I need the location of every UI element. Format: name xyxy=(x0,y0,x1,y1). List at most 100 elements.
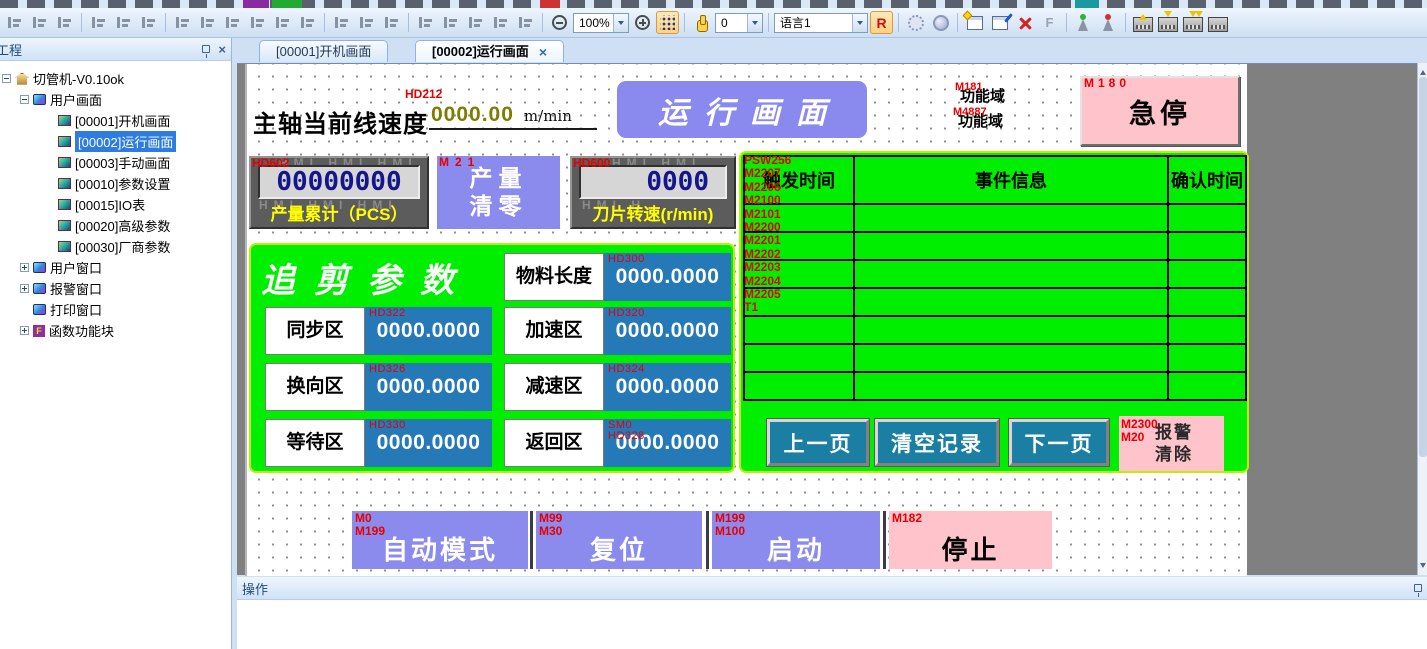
next-page-button[interactable]: 下一页 xyxy=(1009,419,1109,466)
mirror-vertical-icon[interactable] xyxy=(514,11,537,34)
touch-cursor-button[interactable] xyxy=(690,11,713,34)
download-all-button[interactable] xyxy=(1181,11,1204,34)
pin-icon[interactable] xyxy=(202,45,210,53)
chevron-down-icon[interactable] xyxy=(852,14,867,32)
expand-icon[interactable] xyxy=(20,326,29,335)
align-right-icon[interactable] xyxy=(53,11,76,34)
language-select[interactable]: 语言1 xyxy=(774,13,868,33)
param-value-accel-zone[interactable]: HD320 0000.0000 xyxy=(604,307,731,355)
table-cell xyxy=(853,371,1167,399)
close-icon[interactable]: × xyxy=(218,43,226,56)
new-screen-button[interactable] xyxy=(963,11,986,34)
blade-speed-display[interactable]: HD600 HMI HMI HMI HMI 0000 刀片转速(r/min) xyxy=(570,156,736,229)
scroll-down-icon[interactable] xyxy=(1420,563,1426,571)
device-info-button[interactable] xyxy=(1206,11,1229,34)
hmi-canvas[interactable]: 主轴当前线速度 HD212 0000.00 m/min 运行画面 M181 功能… xyxy=(245,64,1247,576)
mirror-horizontal-icon[interactable] xyxy=(489,11,512,34)
param-value-material-length[interactable]: HD300 0000.0000 xyxy=(604,253,731,301)
function-field-widget[interactable]: M181 功能域 xyxy=(960,85,1005,106)
tree-group-user-screens[interactable]: 用户画面 xyxy=(0,89,231,110)
collapse-icon[interactable] xyxy=(20,95,29,104)
emergency-stop-button[interactable]: M180 急停 xyxy=(1080,76,1240,146)
event-table-panel[interactable]: 触发时间 事件信息 确认时间 PSW256 M2207 M2206 M2100 … xyxy=(739,151,1249,473)
same-size-icon[interactable] xyxy=(221,11,244,34)
stop-button[interactable]: M182 停止 xyxy=(889,511,1052,569)
tab-screen-00002[interactable]: [00002]运行画面 × xyxy=(415,40,564,62)
tree-item-screen-00001[interactable]: [00001]开机画面 xyxy=(0,110,231,131)
auto-mode-button[interactable]: M0 M199 自动模式 xyxy=(352,511,528,569)
align-left-icon[interactable] xyxy=(3,11,26,34)
same-width-icon[interactable] xyxy=(171,11,194,34)
chase-cut-params-panel[interactable]: 追剪参数 物料长度 HD300 0000.0000 同步区 HD322 0000… xyxy=(249,243,735,473)
tree-group-print-windows[interactable]: 打印窗口 xyxy=(0,299,231,320)
grid-toggle-button[interactable] xyxy=(656,11,679,34)
tree-root[interactable]: 切管机-V0.10ok xyxy=(0,68,231,89)
tab-close-icon[interactable]: × xyxy=(539,45,547,59)
same-height-icon[interactable] xyxy=(196,11,219,34)
production-clear-button[interactable]: M21 产量 清零 xyxy=(437,156,560,229)
chevron-down-icon[interactable] xyxy=(613,14,628,32)
align-top-icon[interactable] xyxy=(87,11,110,34)
tree-item-screen-00015[interactable]: [00015]IO表 xyxy=(0,194,231,215)
zoom-in-button[interactable] xyxy=(631,11,654,34)
tab-screen-00001[interactable]: [00001]开机画面 xyxy=(259,40,388,62)
tree-group-function-blocks[interactable]: F 函数功能块 xyxy=(0,320,231,341)
start-button[interactable]: M199 M100 启动 xyxy=(712,511,880,569)
param-value-reverse-zone[interactable]: HD326 0000.0000 xyxy=(365,363,492,411)
vertical-scrollbar[interactable] xyxy=(1417,63,1427,575)
pin-icon[interactable] xyxy=(1414,584,1422,592)
param-value-wait-zone[interactable]: HD330 0000.0000 xyxy=(365,419,492,467)
screen-title-widget[interactable]: 运行画面 xyxy=(617,81,867,138)
tree-item-screen-00030[interactable]: [00030]厂商参数 xyxy=(0,236,231,257)
scrollbar-thumb[interactable] xyxy=(1419,77,1427,457)
tree-item-screen-00003[interactable]: [00003]手动画面 xyxy=(0,152,231,173)
function-field-widget[interactable]: M4887 功能域 xyxy=(958,110,1003,131)
delete-screen-button[interactable] xyxy=(1013,11,1036,34)
offline-simulate-button[interactable] xyxy=(1097,11,1120,34)
clear-records-button[interactable]: 清空记录 xyxy=(875,419,999,466)
stretch-height-icon[interactable] xyxy=(355,11,378,34)
distribute-horizontal-icon[interactable] xyxy=(246,11,269,34)
edit-screen-button[interactable] xyxy=(988,11,1011,34)
zoom-out-button[interactable] xyxy=(548,11,571,34)
chevron-down-icon[interactable] xyxy=(747,14,762,32)
collapse-icon[interactable] xyxy=(2,74,11,83)
prev-page-button[interactable]: 上一页 xyxy=(767,419,869,466)
align-middle-icon[interactable] xyxy=(112,11,135,34)
param-value-decel-zone[interactable]: HD324 0000.0000 xyxy=(604,363,731,411)
upload-button[interactable] xyxy=(1131,11,1154,34)
tree-item-screen-00010[interactable]: [00010]参数设置 xyxy=(0,173,231,194)
tree-item-screen-00002[interactable]: [00002]运行画面 xyxy=(0,131,231,152)
spindle-speed-value[interactable]: 0000.00 m/min xyxy=(429,100,597,130)
download-button[interactable] xyxy=(1156,11,1179,34)
tree-item-screen-00020[interactable]: [00020]高级参数 xyxy=(0,215,231,236)
online-simulate-button[interactable] xyxy=(1072,11,1095,34)
alarm-clear-button[interactable]: M2300 M20 报警 清除 xyxy=(1119,416,1224,471)
expand-icon[interactable] xyxy=(20,263,29,272)
param-value-return-zone[interactable]: SM0 HD328 0000.0000 xyxy=(604,419,731,467)
production-count-display[interactable]: HD602 HMI HMI HMI HMI HMI HMI 00000000 产… xyxy=(249,156,429,229)
expand-icon[interactable] xyxy=(20,284,29,293)
bring-front-icon[interactable] xyxy=(414,11,437,34)
state-preview-button[interactable] xyxy=(904,11,927,34)
group-icon[interactable] xyxy=(380,11,403,34)
state-next-button[interactable] xyxy=(929,11,952,34)
project-panel: 工程 × 切管机-V0.10ok 用户画面 [00001]开机画面 [00002… xyxy=(0,38,232,649)
center-horizontal-icon[interactable] xyxy=(296,11,319,34)
send-back-icon[interactable] xyxy=(439,11,462,34)
event-table[interactable]: 触发时间 事件信息 确认时间 xyxy=(743,155,1247,401)
zoom-level-select[interactable]: 100% xyxy=(573,13,629,33)
function-block-button[interactable]: F xyxy=(1038,11,1061,34)
tree-group-alarm-windows[interactable]: 报警窗口 xyxy=(0,278,231,299)
scroll-up-icon[interactable] xyxy=(1420,67,1426,75)
tree-group-user-windows[interactable]: 用户窗口 xyxy=(0,257,231,278)
register-mode-button[interactable]: R xyxy=(870,11,893,34)
distribute-vertical-icon[interactable] xyxy=(271,11,294,34)
param-value-sync-zone[interactable]: HD322 0000.0000 xyxy=(365,307,492,355)
touch-index-select[interactable]: 0 xyxy=(715,13,763,33)
align-bottom-icon[interactable] xyxy=(137,11,160,34)
stretch-width-icon[interactable] xyxy=(330,11,353,34)
rotate-icon[interactable] xyxy=(464,11,487,34)
reset-button[interactable]: M99 M30 复位 xyxy=(536,511,702,569)
align-center-icon[interactable] xyxy=(28,11,51,34)
